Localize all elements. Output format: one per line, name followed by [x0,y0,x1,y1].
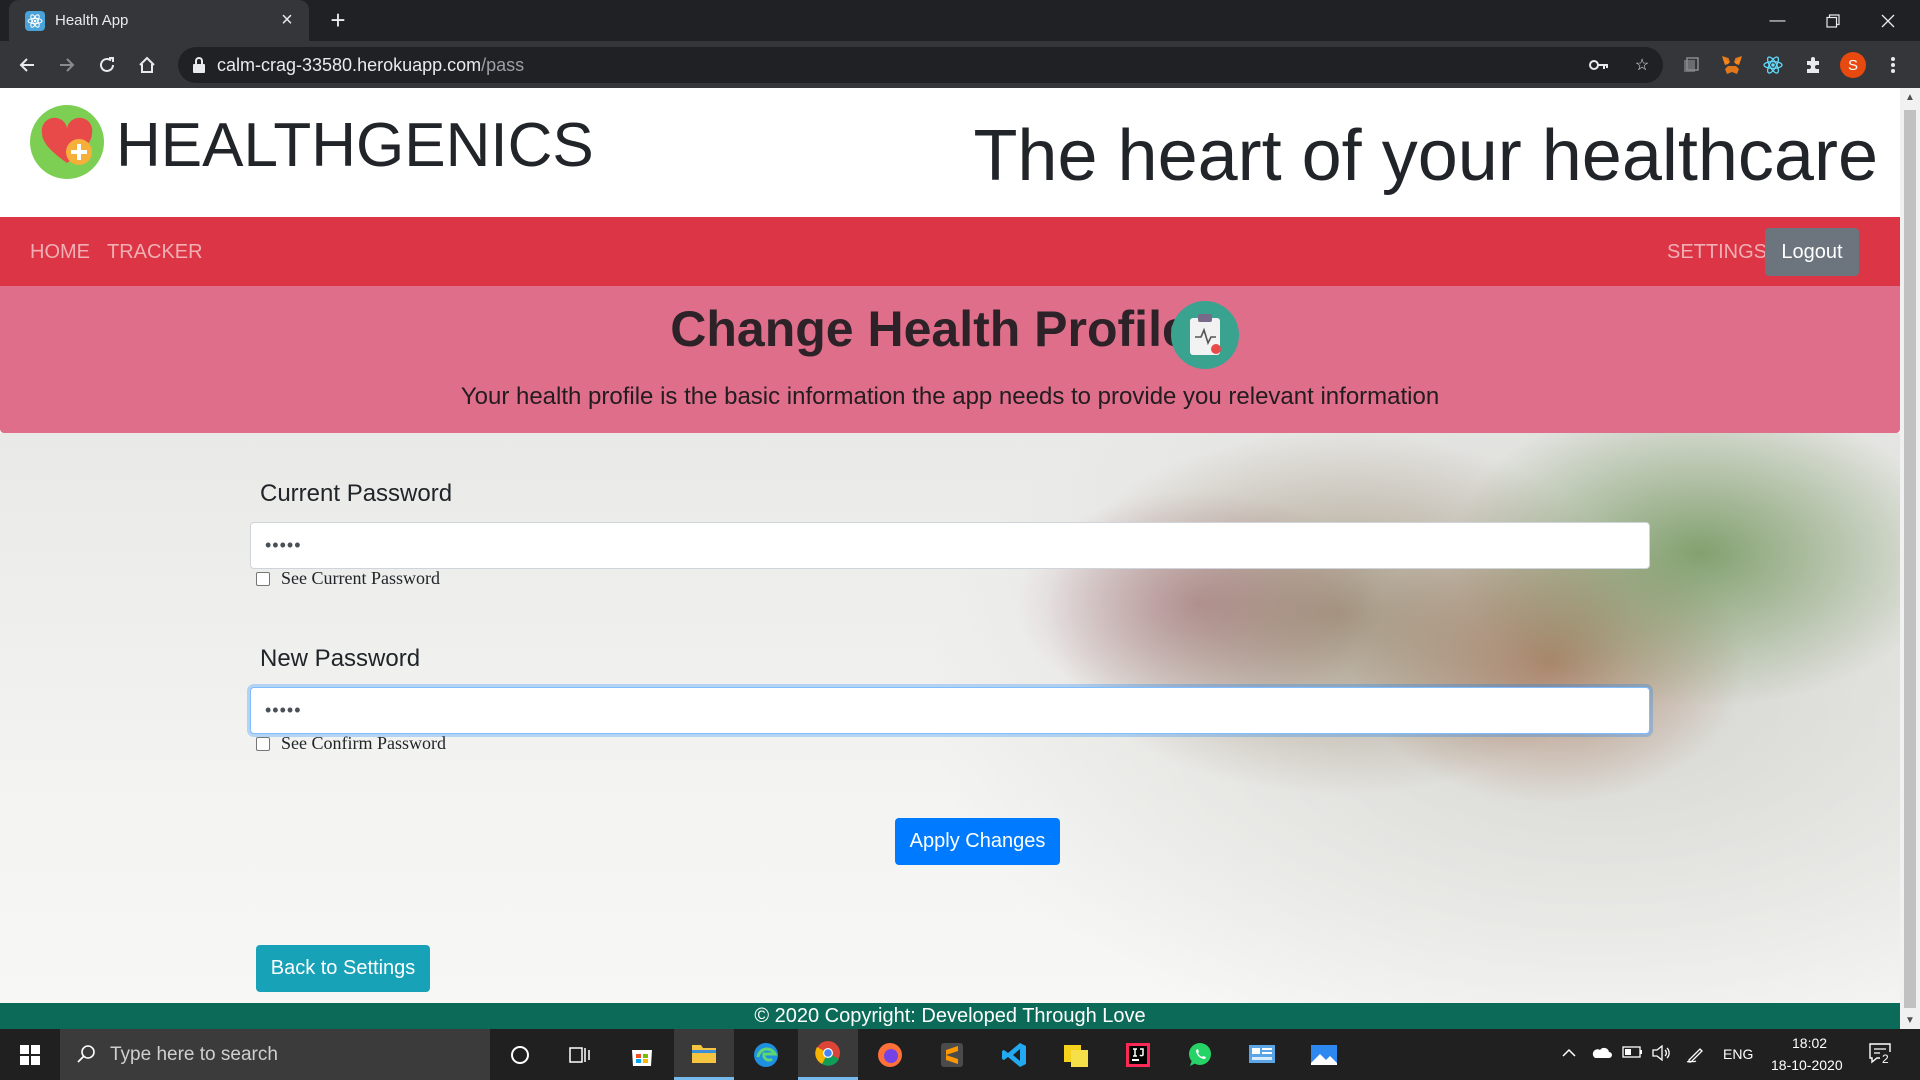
puzzle-extensions-icon[interactable] [1800,51,1828,79]
page-footer: © 2020 Copyright: Developed Through Love [0,1003,1900,1029]
back-arrow-icon[interactable] [12,50,42,80]
page-title: Change Health Profile [670,301,1190,357]
edge-icon[interactable] [736,1029,796,1080]
profile-avatar[interactable]: S [1840,52,1866,78]
pen-icon[interactable] [1686,1045,1706,1068]
windows-taskbar: Type here to search ENG 18:02 18-10-2020… [0,1029,1920,1080]
sublime-text-icon[interactable] [922,1029,982,1080]
see-confirm-password-checkbox[interactable] [256,736,270,751]
chrome-icon[interactable] [798,1029,858,1080]
nav-link-home[interactable]: HOME [30,241,90,264]
notification-center-icon[interactable]: 2 [1868,1042,1892,1069]
store-icon[interactable] [612,1029,672,1080]
scroll-down-icon[interactable]: ▼ [1900,1011,1920,1029]
home-icon[interactable] [132,50,162,80]
hero-banner: Change Health Profile Your health profil… [0,286,1900,433]
apply-changes-button[interactable]: Apply Changes [895,818,1060,865]
logout-button[interactable]: Logout [1765,228,1859,276]
language-indicator[interactable]: ENG [1723,1046,1753,1062]
see-confirm-password-row: See Confirm Password [256,733,446,754]
file-explorer-icon[interactable] [674,1029,734,1080]
close-window-icon[interactable] [1860,0,1915,41]
back-to-settings-button[interactable]: Back to Settings [256,945,430,992]
scroll-up-icon[interactable]: ▲ [1900,88,1920,106]
forward-arrow-icon[interactable] [52,50,82,80]
notification-count: 2 [1880,1052,1891,1066]
sticky-notes-icon[interactable] [1046,1029,1106,1080]
healthgenics-logo[interactable] [30,105,104,179]
react-icon [25,11,45,31]
salad-background-image: Current Password ••••• See Current Passw… [0,433,1900,1003]
windows-start-icon[interactable] [0,1029,60,1080]
react-devtools-icon[interactable] [1759,51,1787,79]
new-password-input[interactable]: ••••• [250,687,1650,734]
taskbar-search-placeholder: Type here to search [110,1044,278,1065]
metamask-icon[interactable] [1718,51,1746,79]
tab-title: Health App [55,12,129,29]
nav-link-settings[interactable]: SETTINGS [1667,241,1767,264]
brand-name: HEALTHGENICS [116,111,594,180]
whatsapp-icon[interactable] [1170,1029,1230,1080]
volume-icon[interactable] [1652,1044,1672,1066]
browser-tab[interactable]: Health App × [9,0,309,41]
battery-icon[interactable] [1622,1045,1644,1064]
new-tab-icon[interactable]: + [324,7,352,35]
task-view-icon[interactable] [550,1029,610,1080]
see-current-password-row: See Current Password [256,568,440,589]
extension-icon[interactable] [1677,51,1705,79]
cortana-icon[interactable] [490,1029,550,1080]
chevron-up-icon[interactable] [1562,1045,1576,1063]
star-icon[interactable]: ☆ [1631,54,1653,76]
see-confirm-password-label[interactable]: See Confirm Password [281,733,446,754]
intellij-icon[interactable] [1108,1029,1168,1080]
close-tab-icon[interactable]: × [275,8,299,32]
restore-icon[interactable] [1805,0,1860,41]
key-icon[interactable] [1588,54,1610,76]
firefox-icon[interactable] [860,1029,920,1080]
see-current-password-label[interactable]: See Current Password [281,568,440,589]
site-header: HEALTHGENICS The heart of your healthcar… [0,88,1900,217]
menu-dots-icon[interactable] [1879,51,1907,79]
taskbar-search-box[interactable]: Type here to search [60,1029,490,1080]
vscode-icon[interactable] [984,1029,1044,1080]
clock-date[interactable]: 18-10-2020 [1771,1057,1843,1073]
photos-icon[interactable] [1294,1029,1354,1080]
search-icon [77,1045,95,1063]
page-viewport: HEALTHGENICS The heart of your healthcar… [0,88,1900,1029]
page-scrollbar[interactable]: ▲ ▼ [1900,88,1920,1029]
url-text: calm-crag-33580.herokuapp.com/pass [217,55,525,75]
see-current-password-checkbox[interactable] [256,571,270,586]
address-bar[interactable]: calm-crag-33580.herokuapp.com/pass ☆ [178,47,1663,83]
reload-icon[interactable] [92,50,122,80]
scroll-thumb[interactable] [1904,110,1916,1008]
clock-time[interactable]: 18:02 [1792,1035,1827,1051]
new-password-label: New Password [260,645,421,672]
tagline: The heart of your healthcare [973,116,1878,196]
lock-icon [193,57,205,73]
main-navbar: HOME TRACKER SETTINGS Logout [0,217,1900,286]
current-password-label: Current Password [260,480,453,507]
onedrive-icon[interactable] [1590,1045,1612,1064]
browser-tabstrip: Health App × + — [0,0,1920,41]
browser-toolbar: calm-crag-33580.herokuapp.com/pass ☆ S [0,41,1920,88]
nav-link-tracker[interactable]: TRACKER [107,241,203,264]
current-password-input[interactable]: ••••• [250,522,1650,569]
page-subtitle: Your health profile is the basic informa… [460,383,1440,410]
minimize-icon[interactable]: — [1750,0,1805,41]
control-panel-icon[interactable] [1232,1029,1292,1080]
clipboard-icon [1171,301,1239,369]
